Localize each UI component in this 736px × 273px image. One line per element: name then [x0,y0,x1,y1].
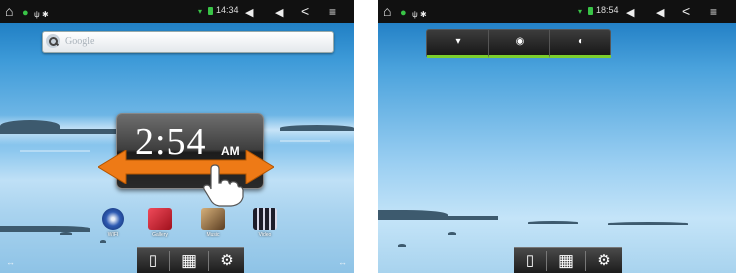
scroll-right-indicator: ↔ [338,257,347,267]
google-search-bar[interactable]: Google [42,31,334,53]
wifi-icon [102,208,124,230]
app-drawer-icon[interactable]: ▦ [179,252,199,270]
wifi-signal-icon: ▾ [198,7,203,16]
volume-down-icon[interactable]: ◀ [275,5,283,22]
debug-icon: ✱ [42,10,49,19]
battery-icon [588,7,593,15]
battery-icon [208,7,213,15]
status-time: 14:34 [216,5,239,15]
quick-toggle-rotation[interactable]: ◉ [488,30,550,58]
volume-up-icon[interactable]: < [682,3,690,20]
app-video[interactable]: Video [251,208,279,238]
debug-icon: ✱ [420,10,427,19]
quick-toggle-wifi[interactable]: ▾ [427,30,488,58]
home-screen-left: ⌂ ● ψ ✱ ▾ 14:34 ◀ ◀ < ≡ Google 2:54 AM W… [0,0,354,273]
android-notification-icon[interactable]: ● [22,5,29,22]
home-icon[interactable]: ⌂ [5,3,13,20]
music-icon [201,208,225,230]
android-notification-icon[interactable]: ● [400,5,407,22]
status-bar: ⌂ ● ψ ✱ ▾ 18:54 ◀ ◀ < ≡ [378,0,736,23]
contacts-icon[interactable]: ▯ [520,252,540,270]
usb-icon: ψ [34,10,40,19]
home-icon[interactable]: ⌂ [383,3,391,20]
video-icon [253,208,277,230]
search-placeholder: Google [65,36,95,47]
wifi-signal-icon: ▾ [578,7,583,16]
app-gallery[interactable]: Gallery [146,208,174,238]
wifi-toggle-icon: ▾ [455,36,461,47]
hand-pointer-icon [203,164,244,207]
app-wifi[interactable]: WIFI [99,208,127,238]
usb-icon: ψ [412,10,418,19]
status-bar: ⌂ ● ψ ✱ ▾ 14:34 ◀ ◀ < ≡ [0,0,354,23]
swipe-arrow-icon [98,150,274,184]
menu-icon[interactable]: ≡ [710,4,717,21]
dock-bar: ▯ ▦ ⚙ [514,247,622,273]
contacts-icon[interactable]: ▯ [143,252,163,270]
gallery-icon [148,208,172,230]
status-time: 18:54 [596,5,619,15]
quick-toggle-brightness[interactable]: ◐ [549,30,611,58]
menu-icon[interactable]: ≡ [329,4,336,21]
dock-bar: ▯ ▦ ⚙ [137,247,244,273]
back-icon[interactable]: ◀ [626,5,634,22]
quick-settings-panel: ▾ ◉ ◐ [426,29,611,58]
search-icon [46,34,60,48]
rotation-toggle-icon: ◉ [515,36,525,47]
settings-gear-icon[interactable]: ⚙ [217,252,237,270]
volume-down-icon[interactable]: ◀ [656,5,664,22]
app-drawer-icon[interactable]: ▦ [556,252,576,270]
brightness-toggle-icon: ◐ [577,36,585,47]
settings-gear-icon[interactable]: ⚙ [594,252,614,270]
app-music[interactable]: Music [199,208,227,238]
home-screen-right: ⌂ ● ψ ✱ ▾ 18:54 ◀ ◀ < ≡ ▾ ◉ ◐ ▯ ▦ ⚙ [378,0,736,273]
volume-up-icon[interactable]: < [301,3,309,20]
back-icon[interactable]: ◀ [245,5,253,22]
scroll-left-indicator: ↔ [6,257,15,267]
